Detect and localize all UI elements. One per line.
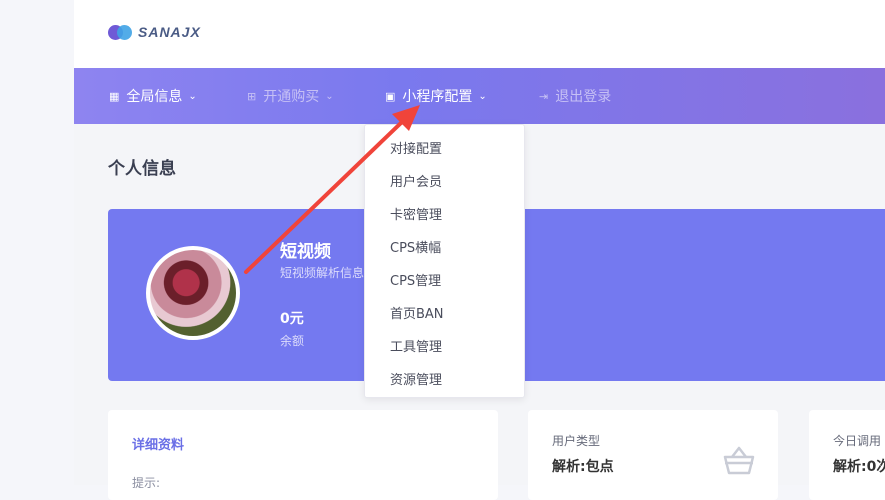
today-calls-value: 解析:0次 [833, 459, 885, 475]
chevron-down-icon: ⌄ [325, 90, 334, 102]
balance-value: 0元 [280, 311, 304, 327]
page-title: 个人信息 [108, 159, 176, 179]
grid-icon: ▦ [109, 89, 120, 103]
nav-logout[interactable]: ⇥ 退出登录 [539, 68, 611, 124]
today-calls-card: 今日调用 解析:0次 [809, 410, 885, 500]
user-type-label: 用户类型 [552, 434, 601, 448]
details-card: 详细资料 提示: [108, 410, 498, 500]
details-hint: 提示: [132, 476, 161, 490]
miniprogram-config-dropdown: 对接配置 用户会员 卡密管理 CPS横幅 CPS管理 首页BAN 工具管理 资源… [364, 124, 525, 398]
top-header: SANAJX [74, 0, 885, 68]
nav-label: 退出登录 [555, 89, 612, 105]
nav-global-info[interactable]: ▦ 全局信息 ⌄ [109, 68, 197, 124]
logo-mark-right [117, 24, 132, 40]
main-nav: ▦ 全局信息 ⌄ ⊞ 开通购买 ⌄ ▣ 小程序配置 ⌄ ⇥ 退出登录 [74, 68, 885, 124]
dropdown-item-cps-banner[interactable]: CPS横幅 [390, 237, 441, 256]
dropdown-item-api-config[interactable]: 对接配置 [390, 138, 442, 157]
dropdown-item-home-banner[interactable]: 首页BAN [390, 303, 444, 322]
plus-square-icon: ⊞ [247, 89, 257, 103]
chevron-down-icon: ⌄ [188, 90, 197, 102]
nav-label: 小程序配置 [402, 89, 473, 105]
dropdown-item-cps-manage[interactable]: CPS管理 [390, 270, 441, 289]
building-icon: ▣ [385, 89, 396, 103]
today-calls-label: 今日调用 [833, 434, 882, 448]
basket-icon [723, 446, 755, 475]
logout-icon: ⇥ [539, 89, 549, 103]
details-title: 详细资料 [132, 438, 185, 453]
dropdown-item-resources[interactable]: 资源管理 [390, 369, 442, 388]
nav-label: 全局信息 [126, 89, 183, 105]
user-type-value: 解析:包点 [552, 459, 614, 475]
balance-label: 余额 [280, 334, 305, 348]
avatar[interactable] [146, 246, 240, 340]
nav-purchase[interactable]: ⊞ 开通购买 ⌄ [247, 68, 334, 124]
nav-label: 开通购买 [263, 89, 320, 105]
dropdown-item-user-members[interactable]: 用户会员 [390, 171, 442, 190]
user-type-card: 用户类型 解析:包点 [528, 410, 778, 500]
brand-logo[interactable]: SANAJX [108, 24, 201, 40]
chevron-down-icon: ⌄ [478, 90, 487, 102]
profile-subtitle: 短视频解析信息 [280, 266, 365, 280]
dropdown-item-tools[interactable]: 工具管理 [390, 336, 442, 355]
dropdown-item-card-keys[interactable]: 卡密管理 [390, 204, 442, 223]
nav-miniprogram-config[interactable]: ▣ 小程序配置 ⌄ [385, 68, 487, 124]
logo-text: SANAJX [138, 24, 201, 40]
profile-name: 短视频 [280, 242, 331, 262]
